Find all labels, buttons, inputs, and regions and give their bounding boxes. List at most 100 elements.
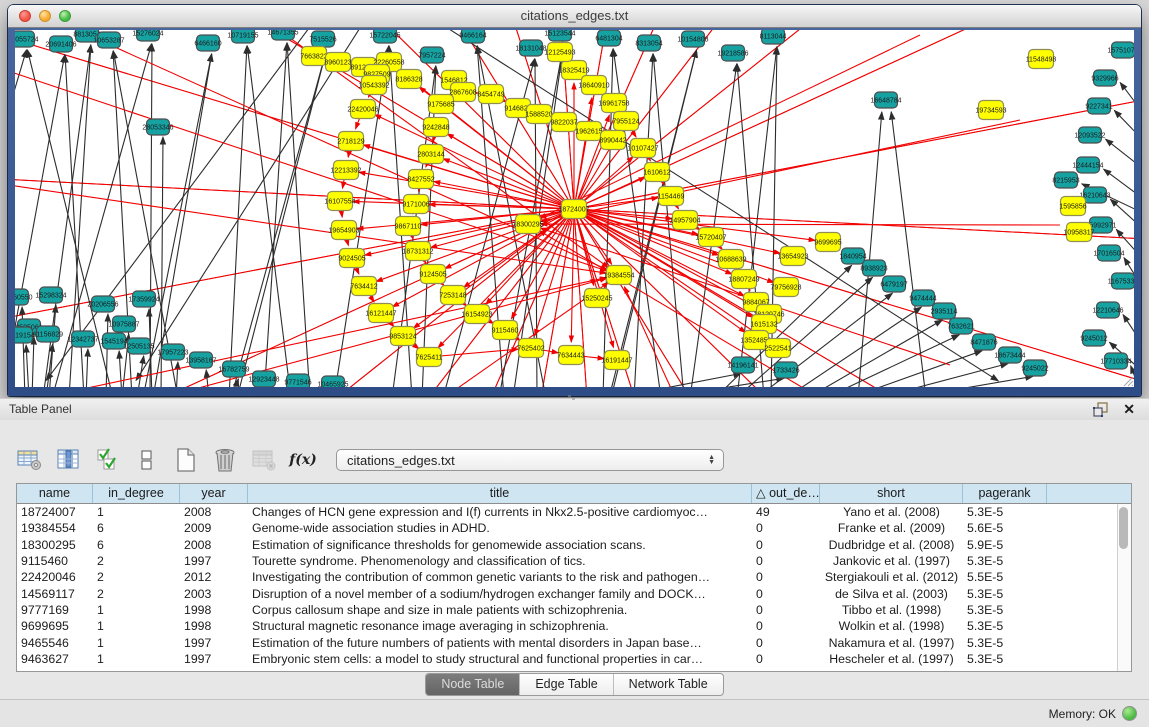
graph-node-label: 7632621 [947, 324, 974, 331]
zoom-window-button[interactable] [59, 10, 71, 22]
vertical-scrollbar[interactable] [1117, 504, 1131, 671]
table-cell: 2 [93, 587, 180, 601]
column-header-out_de[interactable]: △ out_de… [752, 484, 820, 503]
table-mode-icon[interactable] [16, 447, 44, 474]
table-tabs: Node TableEdge TableNetwork Table [0, 673, 1149, 696]
graph-node-label: 3919154 [15, 333, 35, 340]
graph-node-label: 6479197 [880, 282, 907, 289]
tab-network-table[interactable]: Network Table [614, 674, 723, 695]
table-row[interactable]: 1938455462009Genome-wide association stu… [17, 520, 1131, 536]
graph-node-label: 9329966 [1091, 76, 1118, 83]
graph-node-label: 16154923 [461, 312, 492, 319]
graph-node-label: 1962615 [575, 129, 602, 136]
graph-node-label: 18807249 [728, 277, 759, 284]
delete-trash-icon[interactable] [211, 447, 239, 474]
tab-node-table[interactable]: Node Table [426, 674, 520, 695]
new-table-icon[interactable] [172, 447, 200, 474]
column-header-in_degree[interactable]: in_degree [93, 484, 180, 503]
minimize-window-button[interactable] [39, 10, 51, 22]
graph-node-label: 9245012 [1080, 336, 1107, 343]
table-cell: 2012 [180, 570, 248, 584]
table-row[interactable]: 2242004622012Investigating the contribut… [17, 569, 1131, 585]
graph-node-label: 10107427 [627, 146, 658, 153]
delete-table-icon[interactable] [250, 447, 278, 474]
column-header-name[interactable]: name [17, 484, 93, 503]
graph-node-label: 15250245 [581, 296, 612, 303]
table-cell: 0 [752, 554, 820, 568]
graph-node-label: 2718129 [337, 139, 364, 146]
table-cell: 9465546 [17, 636, 93, 650]
column-header-year[interactable]: year [180, 484, 248, 503]
graph-node-label: 13958167 [185, 358, 216, 365]
float-panel-icon[interactable] [1093, 402, 1109, 417]
table-cell: 9699695 [17, 619, 93, 633]
close-panel-icon[interactable]: ✕ [1123, 402, 1135, 417]
table-select-dropdown[interactable]: citations_edges.txt ▲▼ [336, 449, 724, 471]
node-table: namein_degreeyeartitle△ out_de…shortpage… [16, 483, 1132, 672]
graph-node-label: 12923448 [248, 377, 279, 384]
close-window-button[interactable] [19, 10, 31, 22]
graph-node-label: 7634443 [557, 353, 584, 360]
column-header-pagerank[interactable]: pagerank [963, 484, 1047, 503]
graph-node-label: 19384554 [603, 273, 634, 280]
table-row[interactable]: 977716911998Corpus callosum shape and si… [17, 602, 1131, 618]
table-cell: Structural magnetic resonance image aver… [248, 619, 752, 633]
table-cell: 49 [752, 505, 820, 519]
table-cell: 1998 [180, 603, 248, 617]
network-canvas[interactable]: 1405572420691406881305410653287152760246… [15, 30, 1134, 387]
graph-node-label: 7625402 [517, 346, 544, 353]
graph-node-label: 17957223 [157, 350, 188, 357]
table-cell: 5.9E-5 [963, 538, 1047, 552]
graph-node-label: 15276024 [132, 31, 163, 38]
graph-node-label: 6481304 [595, 36, 622, 43]
graph-node-label: 12342737 [67, 337, 98, 344]
scrollbar-thumb[interactable] [1119, 507, 1128, 549]
table-cell: 18724007 [17, 505, 93, 519]
table-cell: 5.3E-5 [963, 505, 1047, 519]
graph-node-label: 8471876 [970, 340, 997, 347]
table-select-value: citations_edges.txt [343, 453, 708, 468]
graph-node-label: 12213392 [330, 168, 361, 175]
graph-node-label: 16782759 [218, 367, 249, 374]
row-height-icon[interactable] [133, 447, 161, 474]
dropdown-arrows-icon: ▲▼ [708, 455, 717, 465]
graph-node-label: 1588520 [525, 112, 552, 119]
table-row[interactable]: 1456911722003Disruption of a novel membe… [17, 585, 1131, 601]
tab-edge-table[interactable]: Edge Table [520, 674, 613, 695]
table-cell: 0 [752, 587, 820, 601]
graph-node-label: 18300295 [512, 222, 543, 229]
graph-node-label: 10543392 [358, 83, 389, 90]
graph-node-label: 15751074 [1107, 48, 1134, 55]
table-row[interactable]: 1872400712008Changes of HCN gene express… [17, 504, 1131, 520]
graph-node-label: 9115460 [492, 328, 519, 335]
table-cell: Investigating the contribution of common… [248, 570, 752, 584]
column-header-title[interactable]: title [248, 484, 752, 503]
graph-node-label: 28053346 [142, 125, 173, 132]
splitter-handle-icon[interactable] [568, 395, 578, 401]
window-titlebar[interactable]: citations_edges.txt [8, 5, 1141, 28]
network-graph[interactable]: 1405572420691406881305410653287152760246… [15, 30, 1134, 387]
table-cell: Franke et al. (2009) [820, 521, 963, 535]
resize-grip-icon[interactable] [1120, 373, 1134, 387]
graph-node-label: 8215953 [1052, 178, 1079, 185]
table-cell: 0 [752, 636, 820, 650]
table-cell: 5.3E-5 [963, 636, 1047, 650]
network-window: citations_edges.txt 14055724206914068813… [8, 5, 1141, 396]
table-row[interactable]: 1830029562008Estimation of significance … [17, 537, 1131, 553]
function-builder-icon[interactable]: f(x) [289, 447, 317, 474]
column-header-short[interactable]: short [820, 484, 963, 503]
table-row[interactable]: 969969511998Structural magnetic resonanc… [17, 618, 1131, 634]
table-row[interactable]: 911546021997Tourette syndrome. Phenomeno… [17, 553, 1131, 569]
graph-node-label: 15720407 [695, 235, 726, 242]
graph-node-label: 12125493 [544, 50, 575, 57]
graph-node-label: 8454749 [477, 92, 504, 99]
graph-node-label: 1154469 [658, 194, 685, 201]
table-row[interactable]: 946554611997Estimation of the future num… [17, 634, 1131, 650]
select-rows-icon[interactable] [94, 447, 122, 474]
fx-label: f(x) [289, 452, 317, 468]
show-column-icon[interactable] [55, 447, 83, 474]
table-cell: Corpus callosum shape and size in male p… [248, 603, 752, 617]
table-row[interactable]: 946362711997Embryonic stem cells: a mode… [17, 651, 1131, 667]
graph-node-label: 10688639 [715, 257, 746, 264]
table-panel-header: Table Panel ✕ [0, 398, 1149, 421]
